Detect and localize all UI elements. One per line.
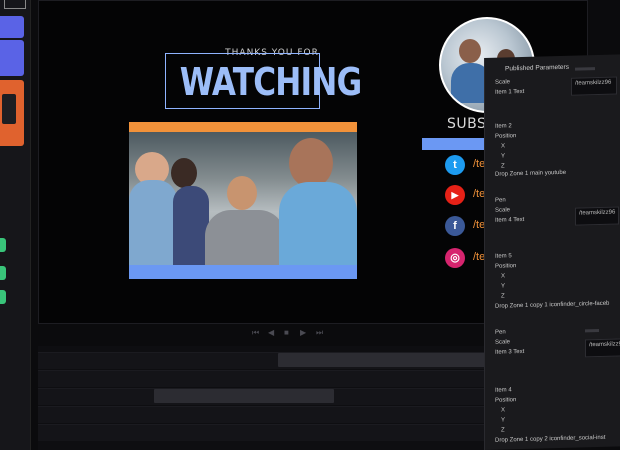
timeline-clip[interactable]: [278, 353, 488, 367]
panel-slider[interactable]: [585, 328, 599, 333]
video-image: [129, 132, 357, 270]
published-parameters-panel: Published Parameters Scale Item 1 Text /…: [484, 54, 620, 450]
dock-tool-button-1[interactable]: [0, 16, 24, 38]
left-dock: [0, 0, 31, 450]
param-text-field[interactable]: /teamskilzz96: [571, 76, 617, 96]
param-row: Drop Zone 1 copy 1 iconfinder_circle-fac…: [495, 300, 610, 310]
dock-marker-1[interactable]: [0, 238, 6, 252]
dock-marker-2[interactable]: [0, 266, 6, 280]
watching-title-box[interactable]: WATCHING: [165, 53, 362, 109]
param-row: Pen: [495, 197, 506, 204]
timeline-track[interactable]: [38, 424, 498, 441]
person-figure: [289, 138, 333, 188]
param-row: Z: [501, 163, 505, 170]
param-row: Position: [495, 397, 517, 404]
param-row: Item 5: [495, 253, 512, 260]
facebook-icon: f: [445, 216, 465, 236]
person-figure: [279, 182, 357, 266]
param-row: Item 2: [495, 123, 512, 130]
timeline-track[interactable]: [38, 370, 498, 387]
timeline-track[interactable]: [38, 352, 498, 369]
instagram-icon: ◎: [445, 248, 465, 268]
video-top-bar: [129, 122, 357, 132]
param-row: Scale: [495, 207, 511, 214]
param-row: Y: [501, 153, 506, 160]
person-figure: [173, 186, 209, 266]
watching-title: WATCHING: [179, 60, 362, 104]
play-icon[interactable]: ■: [284, 328, 289, 337]
video-thumbnail[interactable]: [129, 122, 357, 279]
video-bottom-bar: [129, 265, 357, 279]
youtube-icon: ▶: [445, 185, 465, 205]
go-to-start-icon[interactable]: ⏮: [252, 328, 259, 338]
person-figure: [129, 180, 177, 270]
dock-swatch: [2, 94, 16, 124]
param-row: Item 3 Text: [495, 348, 525, 356]
dock-marker-3[interactable]: [0, 290, 6, 304]
param-row: Z: [501, 293, 505, 300]
step-forward-icon[interactable]: ▶: [300, 328, 306, 337]
timeline-track[interactable]: [38, 388, 498, 405]
step-back-icon[interactable]: ◀: [268, 328, 274, 337]
param-row: Position: [495, 133, 517, 140]
dock-tool-button-2[interactable]: [0, 40, 24, 76]
twitter-icon: t: [445, 155, 465, 175]
param-row: X: [501, 273, 506, 280]
param-row: Scale: [495, 79, 511, 86]
window-icon[interactable]: [4, 0, 26, 9]
timeline-track[interactable]: [38, 406, 498, 423]
person-figure: [171, 158, 197, 188]
param-row: Item 4: [495, 387, 512, 394]
param-row: Pen: [495, 329, 506, 336]
person-figure: [459, 39, 481, 63]
person-figure: [227, 176, 257, 210]
param-row: Position: [495, 263, 517, 270]
playback-controls: ⏮ ◀ ■ ▶ ⏭: [252, 328, 342, 338]
dock-tool-button-3[interactable]: [0, 80, 24, 146]
timeline-clip[interactable]: [154, 389, 334, 403]
timeline[interactable]: [38, 346, 498, 450]
param-row: Z: [501, 427, 505, 434]
panel-title: Published Parameters: [505, 63, 569, 73]
param-row: Scale: [495, 339, 511, 346]
param-text-field[interactable]: /teamskilzz96: [575, 206, 619, 226]
param-row: Drop Zone 1 copy 2 iconfinder_social-ins…: [495, 434, 606, 444]
param-text-field[interactable]: /teamskilzz96: [585, 338, 620, 358]
param-row: Y: [501, 283, 506, 290]
param-row: Y: [501, 417, 506, 424]
go-to-end-icon[interactable]: ⏭: [316, 328, 323, 338]
param-row: Item 1 Text: [495, 88, 525, 96]
param-row: Drop Zone 1 main youtube: [495, 169, 567, 178]
param-row: Item 4 Text: [495, 216, 525, 224]
param-row: X: [501, 407, 506, 414]
panel-slider[interactable]: [575, 67, 595, 71]
param-row: X: [501, 143, 506, 150]
person-figure: [205, 210, 285, 270]
